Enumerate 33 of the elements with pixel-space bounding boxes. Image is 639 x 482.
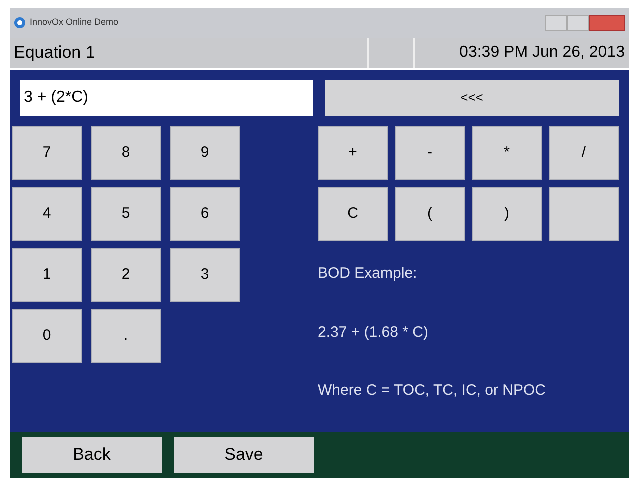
number-key[interactable]: 6 [170, 187, 240, 241]
footer-button[interactable]: Back [22, 437, 162, 473]
example-text: BOD Example: [318, 264, 418, 284]
operator-key[interactable]: + [318, 126, 388, 180]
maximize-button[interactable] [567, 15, 589, 31]
operator-key[interactable]: ( [395, 187, 465, 241]
number-key[interactable]: 8 [91, 126, 161, 180]
date-time: 03:39 PM Jun 26, 2013 [458, 43, 626, 63]
example-text: 2.37 + (1.68 * C) [318, 322, 430, 342]
number-key[interactable]: 7 [12, 126, 82, 180]
number-key[interactable]: 0 [12, 309, 82, 363]
expression-field[interactable]: 3 + (2*C) [20, 80, 313, 116]
app-icon [14, 17, 26, 29]
operator-key[interactable]: ) [472, 187, 542, 241]
footer-button[interactable]: Save [174, 437, 314, 473]
number-key[interactable]: 1 [12, 248, 82, 302]
backspace-button[interactable]: <<< [325, 80, 619, 116]
close-button[interactable] [589, 15, 625, 31]
operator-key[interactable]: - [395, 126, 465, 180]
number-key[interactable]: . [91, 309, 161, 363]
number-key[interactable]: 4 [12, 187, 82, 241]
screen-title: Equation 1 [13, 42, 96, 64]
blank-key[interactable] [549, 187, 619, 241]
minimize-button[interactable] [545, 15, 567, 31]
operator-key[interactable]: / [549, 126, 619, 180]
number-key[interactable]: 2 [91, 248, 161, 302]
number-key[interactable]: 3 [170, 248, 240, 302]
number-key[interactable]: 9 [170, 126, 240, 180]
example-text: Where C = TOC, TC, IC, or NPOC [318, 381, 547, 401]
number-key[interactable]: 5 [91, 187, 161, 241]
window-title: InnovOx Online Demo [30, 16, 119, 30]
operator-key[interactable]: C [318, 187, 388, 241]
operator-key[interactable]: * [472, 126, 542, 180]
